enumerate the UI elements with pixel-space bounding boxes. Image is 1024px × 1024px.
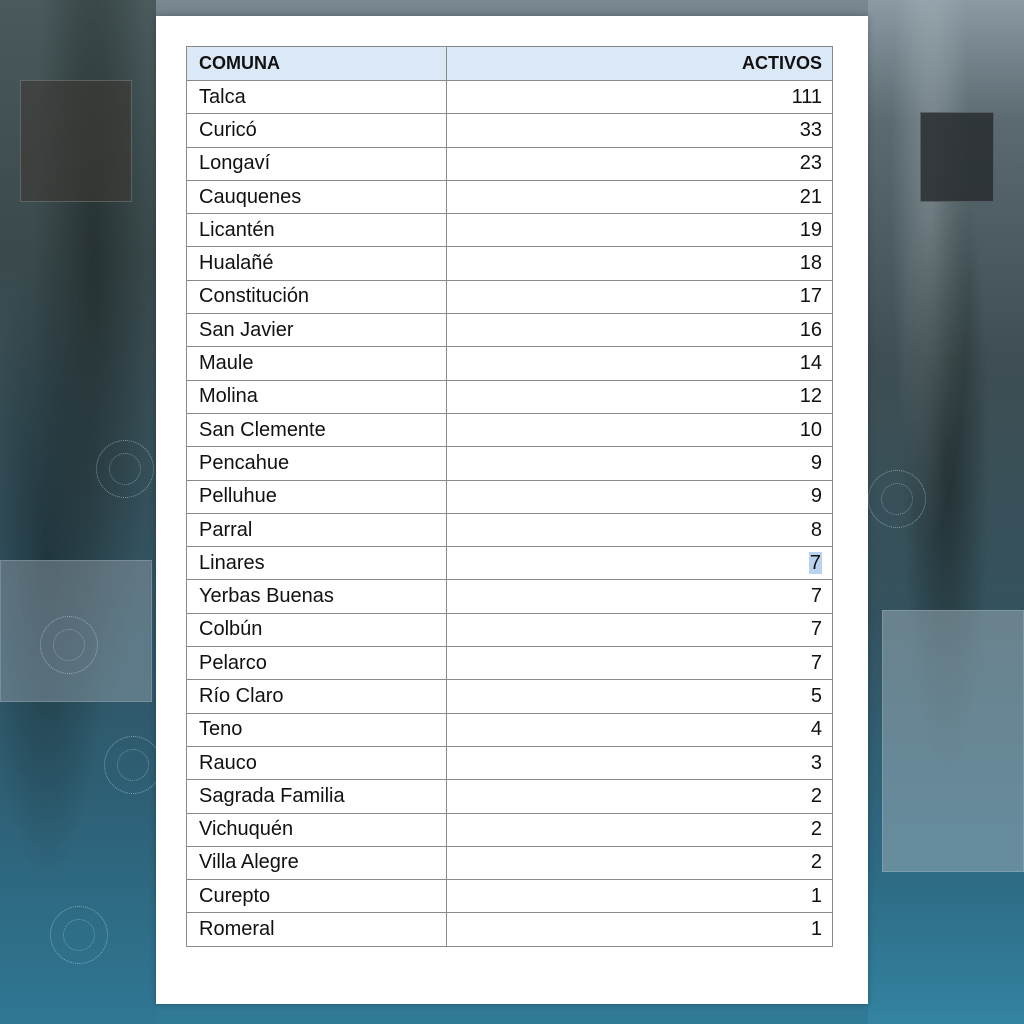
table-row: Cauquenes 21 (186, 179, 833, 215)
activos-cell[interactable]: 7 (446, 612, 833, 648)
table-row: Villa Alegre 2 (186, 845, 833, 881)
table-row: Teno 4 (186, 712, 833, 747)
table-row: Pelluhue 9 (186, 479, 833, 514)
selected-text: 7 (808, 551, 822, 574)
table-row: Vichuquén 2 (186, 812, 833, 847)
activos-cell[interactable]: 9 (446, 479, 833, 514)
comuna-cell[interactable]: Rauco (186, 745, 447, 781)
activos-cell[interactable]: 18 (446, 246, 833, 281)
table-row: Hualañé 18 (186, 246, 833, 281)
activos-cell[interactable]: 7 (446, 546, 833, 581)
activos-cell[interactable]: 7 (446, 579, 833, 614)
table-row: Pelarco 7 (186, 646, 833, 681)
activos-cell[interactable]: 2 (446, 812, 833, 847)
table-row: Curicó 33 (186, 113, 833, 148)
table-row: San Javier 16 (186, 313, 833, 348)
comuna-cell[interactable]: Maule (186, 346, 447, 381)
table-row: Licantén 19 (186, 213, 833, 248)
activos-cell[interactable]: 2 (446, 845, 833, 881)
table-row: Rauco 3 (186, 745, 833, 781)
comuna-cell[interactable]: Parral (186, 512, 447, 548)
table-row: Colbún 7 (186, 612, 833, 648)
table-row: Molina 12 (186, 379, 833, 414)
virus-icon (40, 616, 98, 674)
virus-icon (868, 470, 926, 528)
table-row: Talca 111 (186, 79, 833, 115)
comuna-cell[interactable]: Licantén (186, 213, 447, 248)
table-row: Pencahue 9 (186, 446, 833, 481)
table-card: COMUNA ACTIVOS Talca 111 Curicó 33 Longaví 23… (156, 16, 868, 1004)
comuna-cell[interactable]: Molina (186, 379, 447, 414)
table-row: Constitución 17 (186, 279, 833, 315)
comuna-cell[interactable]: Río Claro (186, 679, 447, 714)
comuna-cell[interactable]: Curepto (186, 879, 447, 914)
background-building (20, 80, 132, 202)
comuna-cell[interactable]: Linares (186, 546, 447, 581)
background-building (920, 112, 994, 202)
table-row: Parral 8 (186, 512, 833, 548)
comuna-cell[interactable]: Longaví (186, 146, 447, 181)
activos-cell[interactable]: 7 (446, 646, 833, 681)
comuna-cell[interactable]: Romeral (186, 912, 447, 947)
activos-cell[interactable]: 8 (446, 512, 833, 548)
activos-cell[interactable]: 3 (446, 745, 833, 781)
activos-cell[interactable]: 2 (446, 779, 833, 814)
comuna-cell[interactable]: Pencahue (186, 446, 447, 481)
comuna-cell[interactable]: Pelarco (186, 646, 447, 681)
activos-cell[interactable]: 17 (446, 279, 833, 315)
table-row: Yerbas Buenas 7 (186, 579, 833, 614)
header-comuna[interactable]: COMUNA (186, 46, 447, 81)
activos-cell[interactable]: 16 (446, 313, 833, 348)
table-row: Longaví 23 (186, 146, 833, 181)
activos-cell[interactable]: 21 (446, 179, 833, 215)
activos-table: COMUNA ACTIVOS Talca 111 Curicó 33 Longaví 23… (186, 46, 833, 947)
activos-cell[interactable]: 5 (446, 679, 833, 714)
comuna-cell[interactable]: Colbún (186, 612, 447, 648)
activos-cell[interactable]: 12 (446, 379, 833, 414)
table-header-row: COMUNA ACTIVOS (186, 46, 833, 81)
comuna-cell[interactable]: Constitución (186, 279, 447, 315)
comuna-cell[interactable]: Curicó (186, 113, 447, 148)
table-row: Maule 14 (186, 346, 833, 381)
activos-cell[interactable]: 33 (446, 113, 833, 148)
table-row: San Clemente 10 (186, 412, 833, 448)
activos-cell[interactable]: 10 (446, 412, 833, 448)
comuna-cell[interactable]: Hualañé (186, 246, 447, 281)
activos-cell[interactable]: 4 (446, 712, 833, 747)
activos-cell[interactable]: 23 (446, 146, 833, 181)
comuna-cell[interactable]: San Clemente (186, 412, 447, 448)
table-row: Romeral 1 (186, 912, 833, 947)
comuna-cell[interactable]: Teno (186, 712, 447, 747)
activos-cell[interactable]: 9 (446, 446, 833, 481)
background-building (882, 610, 1024, 872)
virus-icon (104, 736, 162, 794)
comuna-cell[interactable]: Vichuquén (186, 812, 447, 847)
comuna-cell[interactable]: Villa Alegre (186, 845, 447, 881)
virus-icon (96, 440, 154, 498)
comuna-cell[interactable]: Talca (186, 79, 447, 115)
table-row: Sagrada Familia 2 (186, 779, 833, 814)
activos-cell[interactable]: 1 (446, 912, 833, 947)
table-row: Linares 7 (186, 546, 833, 581)
comuna-cell[interactable]: Pelluhue (186, 479, 447, 514)
comuna-cell[interactable]: Yerbas Buenas (186, 579, 447, 614)
table-row: Curepto 1 (186, 879, 833, 914)
activos-cell[interactable]: 19 (446, 213, 833, 248)
activos-cell[interactable]: 111 (446, 79, 833, 115)
activos-cell[interactable]: 1 (446, 879, 833, 914)
header-activos[interactable]: ACTIVOS (446, 46, 833, 81)
activos-cell[interactable]: 14 (446, 346, 833, 381)
comuna-cell[interactable]: San Javier (186, 313, 447, 348)
virus-icon (50, 906, 108, 964)
comuna-cell[interactable]: Cauquenes (186, 179, 447, 215)
table-row: Río Claro 5 (186, 679, 833, 714)
comuna-cell[interactable]: Sagrada Familia (186, 779, 447, 814)
